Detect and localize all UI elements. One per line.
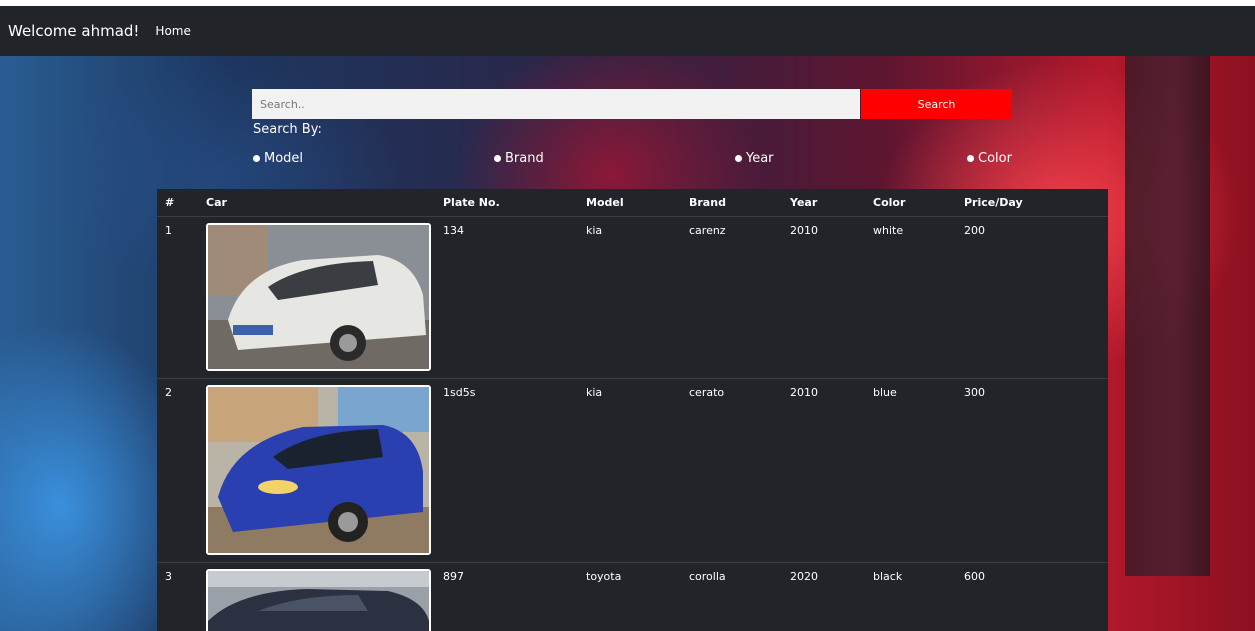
radio-button[interactable] xyxy=(967,155,974,162)
row-brand: carenz xyxy=(689,224,726,237)
row-color: blue xyxy=(873,386,897,399)
radio-button[interactable] xyxy=(735,155,742,162)
row-brand: cerato xyxy=(689,386,725,399)
table-header-row: # Car Plate No. Model Brand Year Color P… xyxy=(157,189,1108,217)
row-plate: 1sd5s xyxy=(443,386,476,399)
radio-label: Model xyxy=(264,151,304,166)
row-model: kia xyxy=(586,224,603,237)
navbar: Welcome ahmad! Home xyxy=(0,6,1255,56)
header-model: Model xyxy=(586,189,689,217)
table-row[interactable]: 2 1sd5s kia cerato 2010 blue 300 xyxy=(157,378,1108,563)
header-car: Car xyxy=(206,189,443,217)
table-row[interactable]: 3 897 toyota corolla 2020 black 600 xyxy=(157,562,1108,631)
row-price: 300 xyxy=(964,386,985,399)
car-image[interactable] xyxy=(206,385,431,555)
background-pillar xyxy=(1125,56,1210,576)
row-plate: 134 xyxy=(443,224,464,237)
car-image[interactable] xyxy=(206,569,431,631)
row-index: 1 xyxy=(165,224,172,237)
radio-color[interactable]: Color xyxy=(967,151,1012,166)
row-model: kia xyxy=(586,386,603,399)
search-by-label: Search By: xyxy=(253,122,322,137)
header-plate: Plate No. xyxy=(443,189,586,217)
row-year: 2020 xyxy=(790,570,818,583)
row-plate: 897 xyxy=(443,570,464,583)
search-input[interactable] xyxy=(252,89,860,119)
row-color: white xyxy=(873,224,904,237)
radio-model[interactable]: Model xyxy=(253,151,303,166)
table-row[interactable]: 1 134 kia carenz 2010 white 200 xyxy=(157,216,1108,379)
welcome-brand[interactable]: Welcome ahmad! xyxy=(8,22,139,40)
header-brand: Brand xyxy=(689,189,790,217)
row-index: 2 xyxy=(165,386,172,399)
radio-label: Color xyxy=(978,151,1012,166)
search-button[interactable]: Search xyxy=(861,89,1012,119)
radio-year[interactable]: Year xyxy=(735,151,774,166)
cars-table: # Car Plate No. Model Brand Year Color P… xyxy=(157,189,1108,631)
row-model: toyota xyxy=(586,570,622,583)
row-price: 600 xyxy=(964,570,985,583)
header-color: Color xyxy=(873,189,964,217)
radio-label: Year xyxy=(746,151,774,166)
radio-button[interactable] xyxy=(253,155,260,162)
row-price: 200 xyxy=(964,224,985,237)
row-brand: corolla xyxy=(689,570,726,583)
header-price: Price/Day xyxy=(964,189,1108,217)
car-image[interactable] xyxy=(206,223,431,371)
header-index: # xyxy=(157,189,206,217)
nav-home-link[interactable]: Home xyxy=(155,24,190,38)
row-color: black xyxy=(873,570,903,583)
radio-brand[interactable]: Brand xyxy=(494,151,544,166)
cars-table-container: # Car Plate No. Model Brand Year Color P… xyxy=(157,189,1108,631)
row-index: 3 xyxy=(165,570,172,583)
row-year: 2010 xyxy=(790,386,818,399)
header-year: Year xyxy=(790,189,873,217)
page: Welcome ahmad! Home Search Search By: Mo… xyxy=(0,0,1255,631)
row-year: 2010 xyxy=(790,224,818,237)
radio-label: Brand xyxy=(505,151,544,166)
radio-button[interactable] xyxy=(494,155,501,162)
